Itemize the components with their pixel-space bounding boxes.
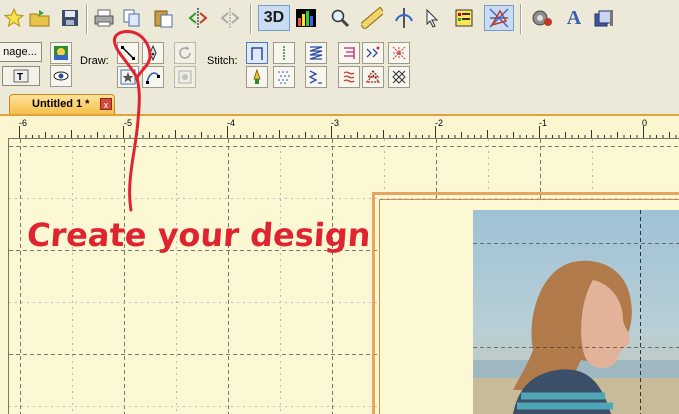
draw-curve-icon[interactable] [142, 66, 164, 88]
draw-star-icon[interactable] [117, 66, 139, 88]
ruler-label: -6 [19, 118, 28, 128]
pointer-icon[interactable] [420, 5, 444, 31]
stitch-label: Stitch: [207, 55, 238, 67]
ruler-label: -2 [435, 118, 444, 128]
stitch-cross-icon[interactable] [388, 42, 410, 64]
ruler-label: -5 [124, 118, 133, 128]
secondary-toolbar: nage... T Draw: Stitch: [0, 38, 679, 91]
shape-tool-icon[interactable] [174, 66, 196, 88]
needle-icon[interactable] [392, 5, 416, 31]
ruler-label: 0 [642, 118, 648, 128]
stitch-select-icon[interactable] [484, 5, 514, 31]
stitch-pencil-icon[interactable] [246, 66, 268, 88]
photo-grid-overlay [473, 210, 679, 414]
picture-icon[interactable] [50, 42, 72, 64]
ruler-label: -3 [331, 118, 340, 128]
stitch-crosshatch-icon[interactable] [388, 66, 410, 88]
font-a-icon[interactable]: A [562, 5, 586, 31]
save-icon[interactable] [58, 5, 82, 31]
stitch-run-icon[interactable] [246, 42, 268, 64]
copy-icon[interactable] [120, 5, 144, 31]
3d-view-icon[interactable]: 3D [258, 5, 290, 31]
paste-icon[interactable] [152, 5, 176, 31]
print-icon[interactable] [92, 5, 116, 31]
settings-icon[interactable] [530, 5, 554, 31]
image-button[interactable]: nage... [0, 42, 42, 62]
main-toolbar: 3D A [0, 0, 679, 39]
document-tab-strip: Untitled 1 * x [0, 90, 679, 116]
ruler-ticks [19, 126, 677, 138]
open-folder-icon[interactable] [28, 5, 52, 31]
svg-text:T: T [17, 72, 23, 83]
image-button-label: nage... [3, 46, 37, 58]
tab-untitled-1[interactable]: Untitled 1 * x [9, 94, 115, 114]
stitch-comb-icon[interactable] [338, 42, 360, 64]
ruler-icon[interactable] [360, 5, 384, 31]
stitch-tree-icon[interactable] [362, 66, 384, 88]
text-tool-button[interactable]: T [2, 66, 40, 86]
3d-label: 3D [263, 9, 285, 26]
vertical-ruler [0, 116, 9, 414]
mirror-disabled-icon[interactable] [218, 5, 242, 31]
ruler-label: -1 [539, 118, 548, 128]
mirror-icon[interactable] [186, 5, 210, 31]
tab-label: Untitled 1 * [32, 98, 90, 110]
background-photo[interactable] [473, 210, 679, 414]
color-bars-icon[interactable] [294, 5, 318, 31]
new-star-icon[interactable] [2, 5, 26, 31]
color-list-icon[interactable] [452, 5, 476, 31]
stitch-zigzag-icon[interactable] [305, 66, 327, 88]
draw-pen-icon[interactable] [142, 42, 164, 64]
view-eye-icon[interactable] [50, 65, 72, 87]
ruler-label: -4 [227, 118, 236, 128]
magnifier-icon[interactable] [328, 5, 352, 31]
text-t-icon: T [13, 69, 29, 83]
windows-icon[interactable] [592, 5, 616, 31]
draw-line-icon[interactable] [117, 42, 139, 64]
annotation-text: Create your design [25, 216, 372, 254]
font-a-label: A [566, 6, 582, 29]
stitch-fill-icon[interactable] [273, 66, 295, 88]
tab-close-icon[interactable]: x [100, 98, 112, 110]
stitch-motif-icon[interactable] [362, 42, 384, 64]
stitch-satin-icon[interactable] [305, 42, 327, 64]
horizontal-ruler: -6 -5 -4 -3 -2 -1 0 [8, 116, 679, 139]
stitch-pattern-icon[interactable] [338, 66, 360, 88]
draw-label: Draw: [80, 55, 109, 67]
rotate-icon[interactable] [174, 42, 196, 64]
stitch-bean-icon[interactable] [273, 42, 295, 64]
